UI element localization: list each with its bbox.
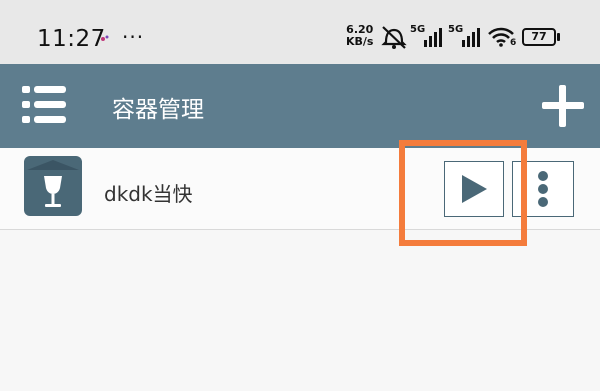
app-bar: 容器管理 xyxy=(0,64,600,148)
signal-strength-icon-2 xyxy=(462,28,480,47)
page-title: 容器管理 xyxy=(112,97,204,123)
more-vert-icon xyxy=(538,171,548,207)
signal2-label: 5G xyxy=(448,24,464,35)
status-time: 11:27 xyxy=(37,26,106,52)
battery-tip xyxy=(557,33,560,41)
network-speed-unit: KB/s xyxy=(346,35,374,48)
more-notifications-icon: ··· xyxy=(122,25,145,49)
more-options-button[interactable] xyxy=(512,161,574,217)
notification-icon xyxy=(101,35,109,41)
signal-strength-icon-1 xyxy=(424,28,442,47)
status-bar: 11:27 ··· 6.20 KB/s 5G 5G 6 77 xyxy=(0,0,600,64)
wifi-sub-label: 6 xyxy=(510,38,517,48)
play-icon xyxy=(462,175,487,203)
alarm-off-icon xyxy=(381,26,407,49)
battery-indicator: 77 xyxy=(522,28,556,46)
battery-level: 77 xyxy=(531,30,547,43)
container-list-item[interactable]: dkdk当快 xyxy=(0,148,600,230)
menu-icon[interactable] xyxy=(22,84,68,126)
signal1-label: 5G xyxy=(410,24,426,35)
container-name: dkdk当快 xyxy=(104,182,193,206)
play-button[interactable] xyxy=(444,161,504,217)
add-icon[interactable] xyxy=(540,83,586,129)
network-speed: 6.20 KB/s xyxy=(346,24,373,48)
container-app-icon xyxy=(24,156,82,216)
